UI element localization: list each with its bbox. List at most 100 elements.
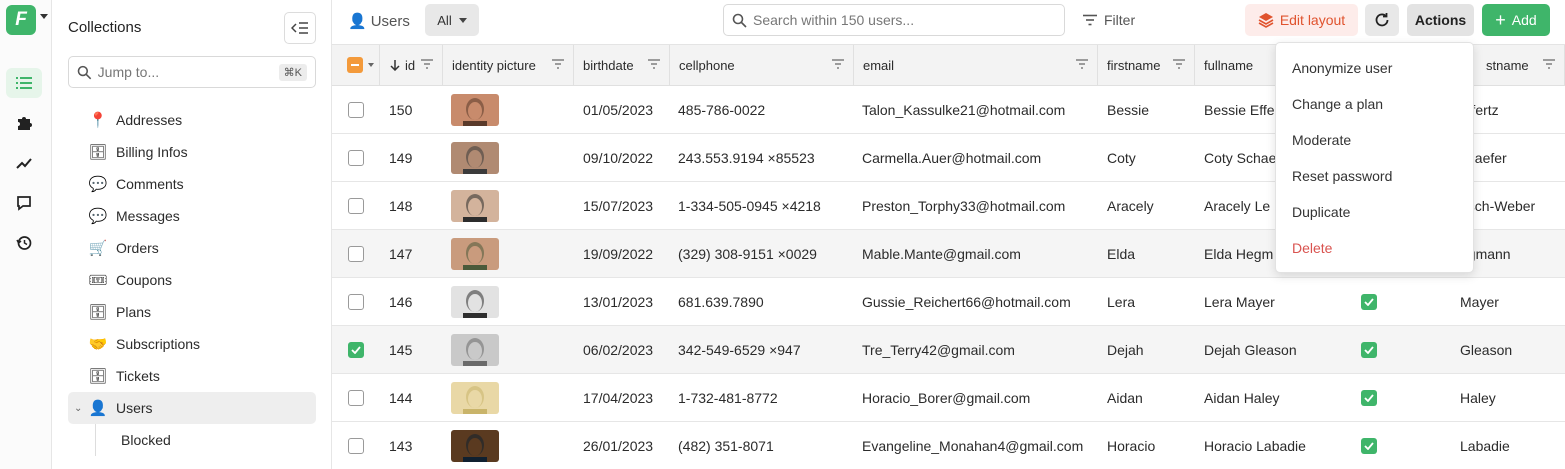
cell-firstname: Horacio (1107, 437, 1156, 454)
sidebar-item-plans[interactable]: 🗄 Plans (68, 296, 316, 328)
cell-firstname: Aracely (1107, 197, 1154, 214)
history-icon[interactable] (6, 228, 42, 258)
cell-cellphone: (329) 308-9151 ×0029 (678, 245, 817, 262)
list-icon[interactable] (6, 68, 42, 98)
cell-identity-picture[interactable] (451, 182, 511, 229)
select-all-checkbox[interactable] (332, 45, 380, 85)
cabinet-icon: 🗄 (88, 304, 108, 321)
chevron-down-icon[interactable] (368, 63, 374, 67)
sidebar-item-coupons[interactable]: 🎟 Coupons (68, 264, 316, 296)
sidebar-item-label: Comments (116, 176, 184, 192)
collapse-sidebar-button[interactable] (284, 12, 316, 44)
filter-icon[interactable] (1543, 59, 1555, 69)
sidebar-item-addresses[interactable]: 📍 Addresses (68, 104, 316, 136)
chevron-down-icon[interactable]: ⌄ (74, 403, 82, 414)
column-header-birthdate[interactable]: birthdate (574, 45, 670, 85)
filter-icon[interactable] (1076, 59, 1088, 69)
sidebar-item-users[interactable]: ⌄ 👤 Users (68, 392, 316, 424)
cell-email: Gussie_Reichert66@hotmail.com (862, 293, 1071, 310)
row-checkbox[interactable] (348, 278, 368, 325)
cell-identity-picture[interactable] (451, 230, 511, 277)
actions-menu: Anonymize user Change a plan Moderate Re… (1275, 42, 1474, 273)
cell-flag (1361, 374, 1381, 421)
collection-title: 👤 Users (348, 12, 410, 31)
row-checkbox[interactable] (348, 182, 368, 229)
sidebar-item-tickets[interactable]: 🗄 Tickets (68, 360, 316, 392)
check-icon (1361, 341, 1377, 358)
menu-item-moderate[interactable]: Moderate (1276, 122, 1473, 158)
row-checkbox[interactable] (348, 422, 368, 469)
menu-item-change-plan[interactable]: Change a plan (1276, 86, 1473, 122)
cell-identity-picture[interactable] (451, 86, 511, 133)
check-icon (1361, 437, 1377, 454)
sidebar-item-subscriptions[interactable]: 🤝 Subscriptions (68, 328, 316, 360)
cell-cellphone: 1-334-505-0945 ×4218 (678, 197, 821, 214)
cell-identity-picture[interactable] (451, 134, 511, 181)
add-button[interactable]: + Add (1482, 4, 1550, 36)
menu-item-reset-password[interactable]: Reset password (1276, 158, 1473, 194)
sidebar-item-orders[interactable]: 🛒 Orders (68, 232, 316, 264)
cell-identity-picture[interactable] (451, 278, 511, 325)
sidebar-subitem-blocked[interactable]: Blocked (68, 424, 316, 456)
jump-to-search[interactable]: ⌘K (68, 56, 316, 88)
app-logo[interactable]: F (6, 5, 36, 35)
table-row[interactable]: 143 26/01/2023 (482) 351-8071 Evangeline_Mo… (332, 422, 1565, 469)
menu-item-duplicate[interactable]: Duplicate (1276, 194, 1473, 230)
column-header-identity-picture[interactable]: identity picture (443, 45, 574, 85)
row-checkbox[interactable] (348, 230, 368, 277)
chevron-down-icon[interactable] (40, 14, 48, 19)
chart-trend-icon[interactable] (6, 148, 42, 178)
avatar (451, 333, 499, 366)
filter-icon[interactable] (421, 59, 433, 69)
edit-layout-button[interactable]: Edit layout (1245, 4, 1358, 36)
avatar (451, 141, 499, 174)
sidebar-item-label: Billing Infos (116, 144, 188, 160)
layers-icon (1258, 13, 1274, 28)
filter-icon[interactable] (552, 59, 564, 69)
cell-email: Mable.Mante@gmail.com (862, 245, 1021, 262)
filter-button[interactable]: Filter (1082, 4, 1135, 36)
view-select[interactable]: All (425, 4, 479, 36)
records-search[interactable] (723, 4, 1065, 36)
column-header-firstname[interactable]: firstname (1098, 45, 1195, 85)
sidebar-item-billing-infos[interactable]: 🗄 Billing Infos (68, 136, 316, 168)
cell-birthdate: 26/01/2023 (583, 437, 654, 454)
cabinet-icon: 🗄 (88, 144, 108, 161)
jump-to-input[interactable] (97, 64, 279, 80)
row-checkbox[interactable] (348, 374, 368, 421)
filter-icon[interactable] (832, 59, 844, 69)
cell-id: 146 (389, 293, 413, 310)
check-icon (351, 345, 361, 354)
cell-flag (1361, 422, 1381, 469)
cell-id: 149 (389, 149, 413, 166)
menu-item-delete[interactable]: Delete (1276, 230, 1473, 266)
cell-identity-picture[interactable] (451, 326, 511, 373)
chevron-down-icon (458, 17, 467, 23)
cell-firstname: Lera (1107, 293, 1136, 310)
row-checkbox[interactable] (348, 86, 368, 133)
table-row[interactable]: 146 13/01/2023 681.639.7890 Gussie_Reichert… (332, 278, 1565, 326)
menu-item-anonymize-user[interactable]: Anonymize user (1276, 50, 1473, 86)
collections-list: 📍 Addresses 🗄 Billing Infos 💬 Comments 💬 Mes… (68, 104, 316, 456)
table-row[interactable]: 144 17/04/2023 1-732-481-8772 Horacio_Borer… (332, 374, 1565, 422)
refresh-icon (1375, 13, 1389, 27)
cell-identity-picture[interactable] (451, 422, 511, 469)
refresh-button[interactable] (1365, 4, 1399, 36)
column-header-email[interactable]: email (854, 45, 1098, 85)
cell-id: 145 (389, 341, 413, 358)
ticket-icon: 🎟 (88, 272, 108, 289)
row-checkbox[interactable] (348, 326, 368, 373)
table-row[interactable]: 145 06/02/2023 342-549-6529 ×947 Tre_Terry4… (332, 326, 1565, 374)
sidebar-item-comments[interactable]: 💬 Comments (68, 168, 316, 200)
filter-icon[interactable] (648, 59, 660, 69)
cell-identity-picture[interactable] (451, 374, 511, 421)
sidebar-item-messages[interactable]: 💬 Messages (68, 200, 316, 232)
records-search-input[interactable] (753, 12, 1056, 28)
column-header-id[interactable]: id (380, 45, 443, 85)
row-checkbox[interactable] (348, 134, 368, 181)
chat-icon[interactable] (6, 188, 42, 218)
actions-button[interactable]: Actions (1407, 4, 1474, 36)
filter-icon[interactable] (1173, 59, 1185, 69)
column-header-cellphone[interactable]: cellphone (670, 45, 854, 85)
puzzle-icon[interactable] (6, 108, 42, 138)
